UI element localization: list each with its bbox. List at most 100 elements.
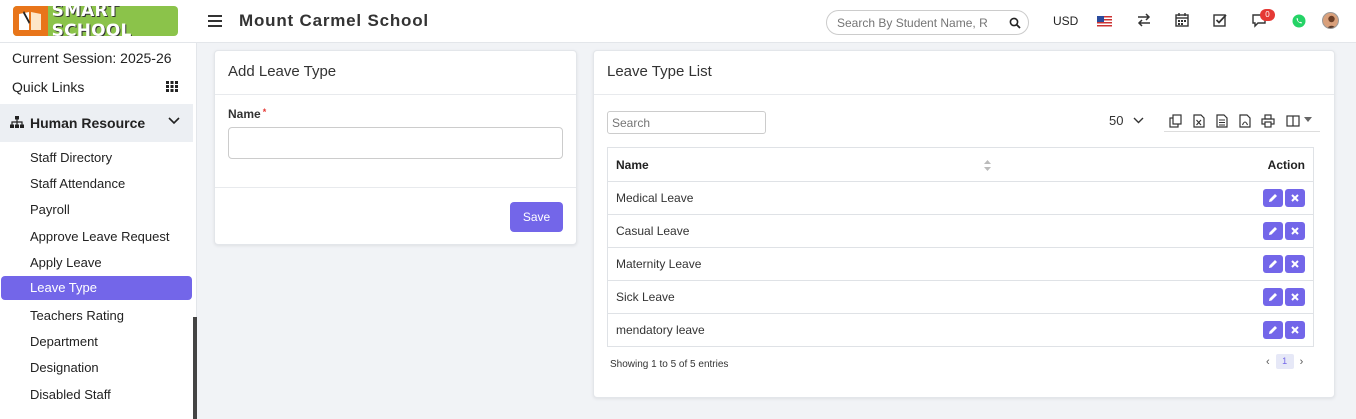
close-icon <box>1291 260 1299 268</box>
user-avatar[interactable] <box>1322 12 1339 29</box>
sidebar-item-approve-leave-request[interactable]: Approve Leave Request <box>30 229 169 244</box>
columns-icon[interactable] <box>1286 114 1300 128</box>
sidebar-item-teachers-rating[interactable]: Teachers Rating <box>30 308 124 323</box>
edit-button[interactable] <box>1263 189 1283 207</box>
sidebar-item-payroll[interactable]: Payroll <box>30 202 70 217</box>
panel-divider <box>215 187 576 188</box>
calendar-icon[interactable] <box>1174 12 1190 28</box>
pencil-icon <box>1269 260 1277 268</box>
table-row: Maternity Leave <box>607 247 1314 281</box>
pencil-icon <box>1269 293 1277 301</box>
menu-toggle-icon[interactable] <box>208 12 222 30</box>
edit-button[interactable] <box>1263 288 1283 306</box>
sort-icon[interactable] <box>983 159 991 171</box>
export-toolbar <box>1164 112 1320 132</box>
leave-type-name: Medical Leave <box>607 181 988 215</box>
row-actions <box>987 247 1314 281</box>
table-row: Casual Leave <box>607 214 1314 248</box>
leave-type-name: Maternity Leave <box>607 247 988 281</box>
print-icon[interactable] <box>1261 114 1275 128</box>
swap-icon[interactable] <box>1136 12 1152 28</box>
human-resource-section[interactable]: Human Resource <box>0 104 193 142</box>
close-icon <box>1291 194 1299 202</box>
table-row: mendatory leave <box>607 313 1314 347</box>
leave-type-list-title: Leave Type List <box>607 63 712 80</box>
task-check-icon[interactable] <box>1212 12 1228 28</box>
pencil-icon <box>1269 194 1277 202</box>
sidebar-item-staff-directory[interactable]: Staff Directory <box>30 150 112 165</box>
chevron-down-icon[interactable] <box>168 117 180 125</box>
notification-badge: 0 <box>1260 9 1275 21</box>
edit-button[interactable] <box>1263 222 1283 240</box>
student-search-input[interactable] <box>837 15 1005 30</box>
sidebar-item-disabled-staff[interactable]: Disabled Staff <box>30 387 111 402</box>
delete-button[interactable] <box>1285 222 1305 240</box>
chevron-down-icon[interactable] <box>1133 117 1144 124</box>
delete-button[interactable] <box>1285 321 1305 339</box>
name-label: Name * <box>228 107 267 121</box>
name-column-header[interactable]: Name <box>607 147 991 182</box>
table-row: Sick Leave <box>607 280 1314 314</box>
current-session[interactable]: Current Session: 2025-26 <box>12 50 172 66</box>
pagination: ‹ 1 › <box>1266 354 1303 369</box>
sidebar: Current Session: 2025-26 Quick Links Hum… <box>0 43 197 419</box>
close-icon <box>1291 227 1299 235</box>
close-icon <box>1291 293 1299 301</box>
leave-type-name: mendatory leave <box>607 313 988 347</box>
leave-type-name: Sick Leave <box>607 280 988 314</box>
delete-button[interactable] <box>1285 255 1305 273</box>
sidebar-item-staff-attendance[interactable]: Staff Attendance <box>30 176 125 191</box>
logo-text: SMART SCHOOL <box>51 6 132 36</box>
smart-school-logo[interactable]: SMART SCHOOL <box>13 6 178 36</box>
top-bar: SMART SCHOOL Mount Carmel School USD 0 <box>0 0 1356 43</box>
row-actions <box>987 280 1314 314</box>
quick-links-grid-icon[interactable] <box>166 81 178 92</box>
row-actions <box>987 214 1314 248</box>
currency-selector[interactable]: USD <box>1053 14 1078 28</box>
table-info: Showing 1 to 5 of 5 entries <box>610 359 729 370</box>
edit-button[interactable] <box>1263 321 1283 339</box>
row-actions <box>987 181 1314 215</box>
excel-icon[interactable] <box>1192 114 1206 128</box>
add-leave-type-panel: Add Leave Type Name * Save <box>214 50 577 245</box>
leave-type-list-panel: Leave Type List 50 Name Action Medical L… <box>593 50 1335 398</box>
delete-button[interactable] <box>1285 288 1305 306</box>
previous-page-link[interactable]: ‹ <box>1266 356 1270 368</box>
action-column-header: Action <box>987 147 1314 182</box>
page-number-button[interactable]: 1 <box>1275 354 1294 369</box>
save-button[interactable]: Save <box>510 202 563 232</box>
us-flag-icon[interactable] <box>1097 16 1112 27</box>
sidebar-item-leave-type[interactable]: Leave Type <box>1 276 192 300</box>
edit-button[interactable] <box>1263 255 1283 273</box>
delete-button[interactable] <box>1285 189 1305 207</box>
org-chart-icon <box>10 116 24 128</box>
sidebar-item-apply-leave[interactable]: Apply Leave <box>30 255 102 270</box>
copy-icon[interactable] <box>1169 114 1183 128</box>
sidebar-scrollbar[interactable] <box>193 317 197 419</box>
required-mark: * <box>262 107 267 117</box>
leave-type-name: Casual Leave <box>607 214 988 248</box>
table-row: Medical Leave <box>607 181 1314 215</box>
table-search-input[interactable] <box>607 111 766 134</box>
pencil-icon <box>1269 227 1277 235</box>
human-resource-label: Human Resource <box>30 115 146 131</box>
row-actions <box>987 313 1314 347</box>
book-logo-icon <box>13 6 48 36</box>
pdf-icon[interactable] <box>1238 114 1252 128</box>
csv-icon[interactable] <box>1215 114 1229 128</box>
caret-down-icon[interactable] <box>1304 117 1312 123</box>
leave-type-table: Name Action Medical Leave Casual Leave M… <box>607 147 1314 347</box>
student-search[interactable] <box>826 10 1029 35</box>
quick-links[interactable]: Quick Links <box>12 79 84 95</box>
table-header-row: Name Action <box>607 147 1314 182</box>
pencil-icon <box>1269 326 1277 334</box>
page-length-select[interactable]: 50 <box>1109 113 1123 128</box>
next-page-link[interactable]: › <box>1300 356 1304 368</box>
whatsapp-icon[interactable] <box>1292 14 1306 28</box>
search-icon[interactable] <box>1009 17 1021 29</box>
sidebar-item-department[interactable]: Department <box>30 334 98 349</box>
close-icon <box>1291 326 1299 334</box>
sidebar-item-designation[interactable]: Designation <box>30 360 99 375</box>
leave-type-name-input[interactable] <box>228 127 563 159</box>
add-leave-type-title: Add Leave Type <box>228 63 337 80</box>
